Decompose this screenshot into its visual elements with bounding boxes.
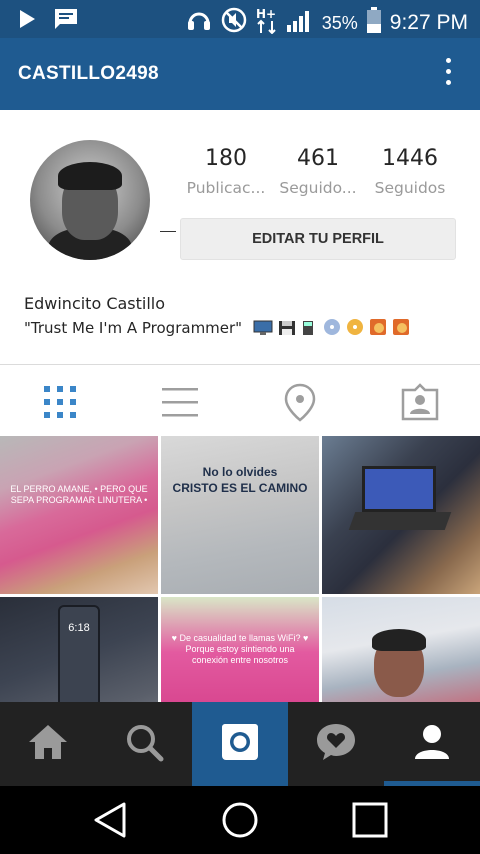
nav-activity[interactable] xyxy=(288,702,384,786)
battery-icon xyxy=(366,6,382,40)
following-label: Seguidos xyxy=(374,179,446,197)
grid-icon[interactable] xyxy=(40,382,80,422)
followers-count: 461 xyxy=(297,146,339,171)
tile-caption: 6:18 xyxy=(68,622,90,634)
photo-tile[interactable] xyxy=(322,436,480,594)
profile-stats: 180 Publicac... 461 Seguido... 1446 Segu… xyxy=(180,146,456,197)
floppy-disk-icon xyxy=(278,320,296,340)
nav-camera[interactable] xyxy=(192,702,288,786)
bio-text: "Trust Me I'm A Programmer" xyxy=(24,319,243,337)
location-pin-icon[interactable] xyxy=(280,382,320,422)
media-icon xyxy=(392,318,410,340)
data-hplus-icon: H+ xyxy=(256,6,278,40)
status-bar: H+ 35% 9:27 PM xyxy=(0,0,480,38)
clock: 9:27 PM xyxy=(389,11,468,34)
photo-grid: EL PERRO AMANE, • PERO QUE SEPA PROGRAMA… xyxy=(0,436,480,702)
stat-posts[interactable]: 180 Publicac... xyxy=(180,146,272,197)
tile-caption: No lo olvides CRISTO ES EL CAMINO xyxy=(172,465,308,495)
tagged-photos-icon[interactable] xyxy=(400,382,440,422)
posts-label: Publicac... xyxy=(186,179,266,197)
bottom-nav xyxy=(0,702,480,786)
stat-following[interactable]: 1446 Seguidos xyxy=(364,146,456,197)
home-icon xyxy=(26,722,70,767)
signal-icon xyxy=(286,7,314,39)
profile-bio: "Trust Me I'm A Programmer" xyxy=(24,318,410,340)
computer-icon xyxy=(253,320,273,340)
calculator-icon xyxy=(302,320,314,340)
system-nav-bar xyxy=(0,786,480,854)
divider-mark xyxy=(160,231,176,232)
avatar[interactable] xyxy=(30,140,150,260)
back-icon[interactable] xyxy=(90,800,130,840)
message-icon xyxy=(54,8,78,35)
photo-tile[interactable]: No lo olvides CRISTO ES EL CAMINO xyxy=(161,436,319,594)
list-icon[interactable] xyxy=(160,382,200,422)
cd-icon xyxy=(323,318,341,340)
edit-profile-button[interactable]: EDITAR TU PERFIL xyxy=(180,218,456,260)
followers-label: Seguido... xyxy=(279,179,357,197)
svg-text:H+: H+ xyxy=(256,7,276,21)
nav-search[interactable] xyxy=(96,702,192,786)
tile-caption: ♥ De casualidad te llamas WiFi? ♥ Porque… xyxy=(171,633,309,665)
more-vert-icon[interactable] xyxy=(444,58,452,90)
photo-tile[interactable]: EL PERRO AMANE, • PERO QUE SEPA PROGRAMA… xyxy=(0,436,158,594)
app-bar: CASTILLO2498 xyxy=(0,38,480,110)
profile-username: CASTILLO2498 xyxy=(18,63,159,84)
profile-icon xyxy=(412,722,452,767)
tile-caption: EL PERRO AMANE, • PERO QUE SEPA PROGRAMA… xyxy=(10,484,148,505)
media-icon xyxy=(369,318,387,340)
activity-heart-icon xyxy=(315,722,357,767)
play-icon xyxy=(18,9,36,34)
posts-count: 180 xyxy=(205,146,247,171)
nav-home[interactable] xyxy=(0,702,96,786)
profile-view-tabs xyxy=(0,366,480,436)
mute-icon xyxy=(220,6,248,40)
headset-icon xyxy=(186,7,212,39)
battery-percentage: 35% xyxy=(321,12,358,33)
stat-followers[interactable]: 461 Seguido... xyxy=(272,146,364,197)
photo-tile[interactable]: 6:18 xyxy=(0,597,158,702)
photo-tile[interactable]: ♥ De casualidad te llamas WiFi? ♥ Porque… xyxy=(161,597,319,702)
search-icon xyxy=(124,722,164,767)
dvd-icon xyxy=(346,318,364,340)
home-circle-icon[interactable] xyxy=(220,800,260,840)
camera-icon xyxy=(220,722,260,767)
divider xyxy=(0,364,480,365)
photo-tile[interactable] xyxy=(322,597,480,702)
nav-profile[interactable] xyxy=(384,702,480,786)
recents-icon[interactable] xyxy=(350,800,390,840)
following-count: 1446 xyxy=(382,146,438,171)
profile-name: Edwincito Castillo xyxy=(24,294,166,313)
